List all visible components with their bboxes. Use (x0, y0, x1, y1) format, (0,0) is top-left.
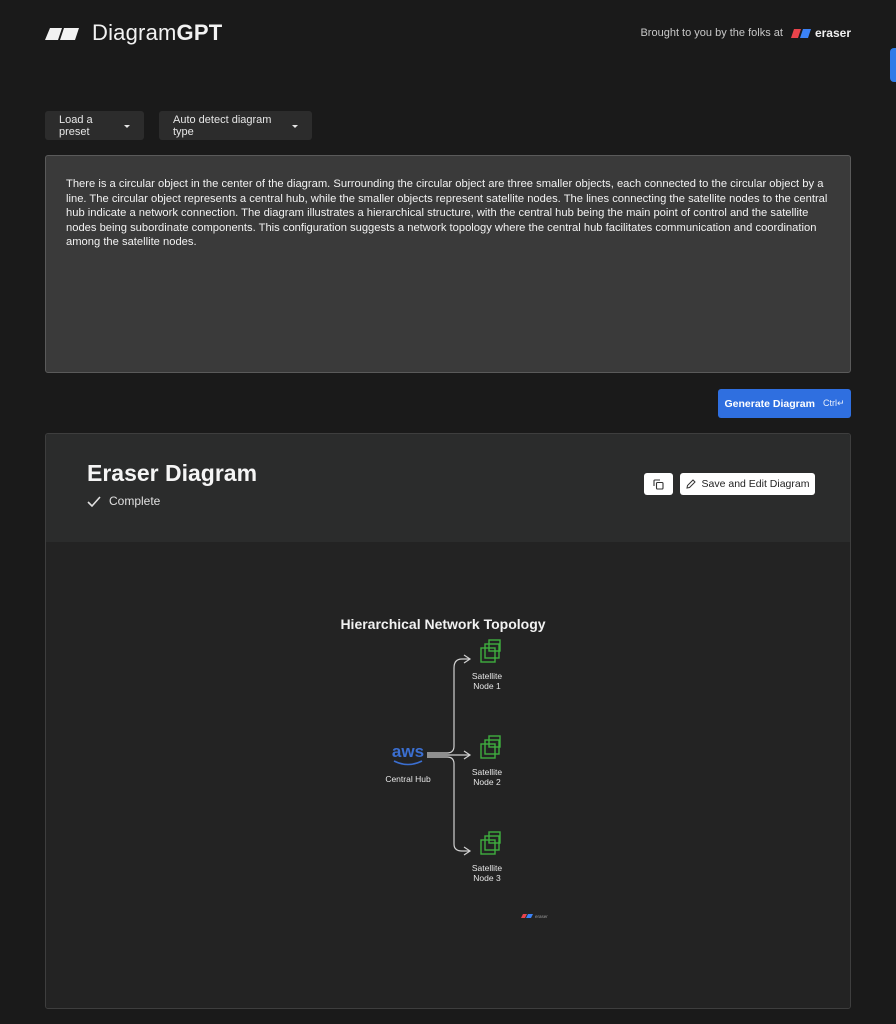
generate-diagram-button[interactable]: Generate Diagram Ctrl↵ (718, 389, 851, 418)
node-3-line1: Satellite (472, 863, 503, 873)
prompt-textarea[interactable]: There is a circular object in the center… (45, 155, 851, 373)
connector-1 (427, 658, 470, 754)
hub-label: Central Hub (385, 774, 431, 784)
check-icon (87, 495, 101, 507)
app-header: DiagramGPT Brought to you by the folks a… (0, 0, 896, 82)
eraser-label: eraser (814, 26, 851, 40)
node-2-line2: Node 2 (473, 777, 501, 787)
attribution-text: Brought to you by the folks at (640, 27, 783, 39)
logo-mark-icon[interactable] (45, 28, 79, 40)
pencil-icon (685, 479, 696, 489)
diagram-type-label: Auto detect diagram type (173, 113, 272, 138)
brand-light: Diagram (92, 20, 177, 45)
caret-down-icon (124, 124, 130, 128)
node-1-line2: Node 1 (473, 681, 501, 691)
ec2-node-icon (480, 639, 501, 663)
node-1-line1: Satellite (472, 671, 503, 681)
watermark-text: eraser (535, 914, 548, 919)
generate-label: Generate Diagram (724, 397, 815, 410)
connector-lines (427, 654, 472, 856)
central-hub[interactable]: aws Central Hub (385, 742, 431, 784)
prompt-text: There is a circular object in the center… (66, 178, 828, 249)
eraser-logo-icon (790, 28, 811, 38)
preset-dropdown[interactable]: Load a preset (45, 111, 144, 140)
status-text: Complete (109, 494, 161, 508)
preset-label: Load a preset (59, 113, 93, 138)
app-brand[interactable]: DiagramGPT (92, 20, 222, 46)
copy-button[interactable] (644, 473, 673, 495)
copy-icon (653, 478, 664, 490)
ec2-node-icon (480, 735, 501, 759)
generate-shortcut: Ctrl↵ (822, 398, 845, 408)
save-edit-label: Save and Edit Diagram (701, 478, 810, 490)
caret-down-icon (292, 124, 298, 128)
brand-bold: GPT (176, 20, 223, 45)
result-header: Eraser Diagram Complete Save and Edit Di… (46, 434, 850, 542)
diagram-svg: Hierarchical Network Topology aws Centra… (340, 616, 548, 919)
result-card: Eraser Diagram Complete Save and Edit Di… (45, 433, 851, 1009)
satellite-node-3[interactable]: Satellite Node 3 (472, 831, 503, 883)
diagram-title: Hierarchical Network Topology (340, 616, 545, 632)
side-feedback-tab[interactable] (890, 48, 896, 82)
node-3-line2: Node 3 (473, 873, 501, 883)
diagram-canvas[interactable]: Hierarchical Network Topology aws Centra… (46, 542, 850, 1008)
status-indicator: Complete (87, 494, 160, 508)
eraser-watermark: eraser (521, 914, 548, 919)
connector-3 (427, 756, 470, 852)
satellite-node-1[interactable]: Satellite Node 1 (472, 639, 503, 691)
satellite-node-2[interactable]: Satellite Node 2 (472, 735, 503, 787)
aws-icon: aws (392, 742, 424, 761)
diagram-type-dropdown[interactable]: Auto detect diagram type (159, 111, 312, 140)
result-title: Eraser Diagram (87, 460, 258, 486)
attribution: Brought to you by the folks at eraser (640, 26, 851, 40)
save-edit-diagram-button[interactable]: Save and Edit Diagram (680, 473, 815, 495)
node-2-line1: Satellite (472, 767, 503, 777)
eraser-link[interactable]: eraser (790, 26, 851, 40)
aws-smile (393, 760, 423, 766)
ec2-node-icon (480, 831, 501, 855)
